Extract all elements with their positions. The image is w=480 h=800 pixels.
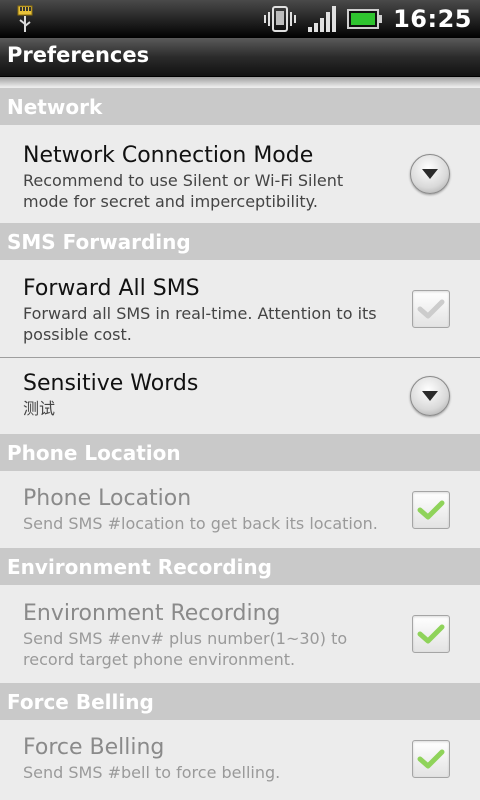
title-shadow <box>0 77 480 87</box>
notification-area[interactable] <box>10 4 50 34</box>
pref-summary: Recommend to use Silent or Wi-Fi Silent … <box>23 171 344 211</box>
page-title: Preferences <box>7 43 150 67</box>
pref-summary: Send SMS #env# plus number(1~30) to reco… <box>23 629 348 669</box>
pref-environment-recording[interactable]: Environment Recording Send SMS #env# plu… <box>0 585 480 683</box>
category-sms-forwarding: SMS Forwarding <box>0 223 480 260</box>
category-phone-location: Phone Location <box>0 434 480 471</box>
network-mode-dropdown[interactable] <box>410 154 450 194</box>
battery-icon <box>347 9 383 29</box>
pref-phone-location[interactable]: Phone Location Send SMS #location to get… <box>0 471 480 548</box>
category-environment-recording: Environment Recording <box>0 548 480 585</box>
category-force-belling: Force Belling <box>0 683 480 720</box>
pref-title: Phone Location <box>23 486 192 511</box>
phone-location-checkbox[interactable] <box>412 490 450 529</box>
pref-summary: Forward all SMS in real-time. Attention … <box>23 304 377 344</box>
forward-all-sms-checkbox[interactable] <box>412 289 450 328</box>
vibrate-icon <box>264 6 297 32</box>
status-bar: 16:25 <box>0 0 480 38</box>
checkmark-icon <box>417 749 445 768</box>
pref-title: Sensitive Words <box>23 371 199 396</box>
preference-list: Network Network Connection Mode Recommen… <box>0 88 480 797</box>
category-network: Network <box>0 88 480 125</box>
pref-force-belling[interactable]: Force Belling Send SMS #bell to force be… <box>0 720 480 797</box>
sd-card-icon <box>17 5 33 16</box>
force-belling-checkbox[interactable] <box>412 739 450 778</box>
clock: 16:25 <box>393 5 472 33</box>
environment-recording-checkbox[interactable] <box>412 615 450 653</box>
pref-summary: Send SMS #bell to force belling. <box>23 763 281 782</box>
sensitive-words-dropdown[interactable] <box>410 376 450 416</box>
checkmark-icon <box>417 624 445 644</box>
pref-sensitive-words[interactable]: Sensitive Words 测试 <box>0 358 480 434</box>
pref-network-connection-mode[interactable]: Network Connection Mode Recommend to use… <box>0 125 480 223</box>
signal-strength-icon <box>308 6 337 32</box>
checkmark-icon <box>417 500 445 519</box>
pref-title: Network Connection Mode <box>23 143 314 168</box>
title-bar: Preferences <box>0 38 480 77</box>
pref-title: Environment Recording <box>23 601 281 626</box>
dropdown-arrow-icon <box>422 391 438 401</box>
pref-title: Force Belling <box>23 735 165 760</box>
dropdown-arrow-icon <box>422 169 438 179</box>
checkmark-icon <box>417 299 445 318</box>
pref-forward-all-sms[interactable]: Forward All SMS Forward all SMS in real-… <box>0 260 480 357</box>
pref-summary: 测试 <box>23 399 56 418</box>
usb-icon <box>19 16 31 32</box>
pref-title: Forward All SMS <box>23 276 200 301</box>
pref-summary: Send SMS #location to get back its locat… <box>23 514 378 533</box>
